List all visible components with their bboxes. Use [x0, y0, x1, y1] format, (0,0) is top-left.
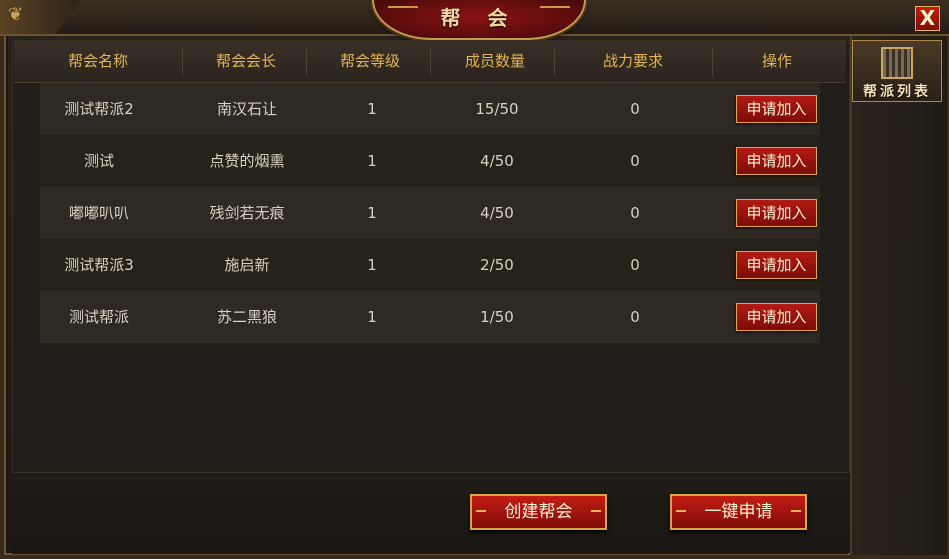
- table-row: 测试 点赞的烟熏 1 4/50 0 申请加入: [40, 135, 820, 187]
- cell-power-requirement: 0: [630, 256, 640, 274]
- cell-member-count: 15/50: [475, 100, 519, 118]
- apply-join-button[interactable]: 申请加入: [736, 147, 817, 175]
- table-header: 帮会名称 帮会会长 帮会等级 成员数量 战力要求 操作: [14, 40, 846, 83]
- header-guild-leader: 帮会会长: [215, 52, 276, 70]
- tab-guild-list-label: 帮派列表: [863, 84, 931, 100]
- table-row: 嘟嘟叭叭 残剑若无痕 1 4/50 0 申请加入: [40, 187, 820, 239]
- cell-guild-leader: 南汉石让: [216, 100, 277, 118]
- window-title: 帮 会: [440, 6, 518, 30]
- cell-power-requirement: 0: [630, 204, 640, 222]
- apply-join-button[interactable]: 申请加入: [736, 95, 817, 123]
- header-action: 操作: [761, 52, 792, 70]
- cell-guild-level: 1: [367, 308, 377, 326]
- cell-member-count: 4/50: [480, 204, 514, 222]
- apply-join-button[interactable]: 申请加入: [736, 303, 817, 331]
- create-guild-button[interactable]: 创建帮会: [470, 494, 607, 530]
- cell-guild-name: 测试帮派3: [64, 256, 134, 274]
- cell-guild-leader: 点赞的烟熏: [209, 152, 285, 170]
- cell-power-requirement: 0: [630, 100, 640, 118]
- cell-guild-level: 1: [367, 152, 377, 170]
- apply-join-button[interactable]: 申请加入: [736, 251, 817, 279]
- cell-member-count: 1/50: [480, 308, 514, 326]
- cell-guild-level: 1: [367, 256, 377, 274]
- cell-guild-leader: 苏二黑狼: [216, 308, 277, 326]
- header-divider: [306, 48, 307, 76]
- header-divider: [182, 48, 183, 76]
- header-member-count: 成员数量: [464, 52, 525, 70]
- cell-guild-level: 1: [367, 204, 377, 222]
- table-row: 测试帮派2 南汉石让 1 15/50 0 申请加入: [40, 83, 820, 135]
- side-rail: [850, 36, 947, 555]
- one-click-apply-button[interactable]: 一键申请: [670, 494, 807, 530]
- cell-power-requirement: 0: [630, 308, 640, 326]
- corner-ornament: ❦: [0, 0, 80, 34]
- table-row: 测试帮派 苏二黑狼 1 1/50 0 申请加入: [40, 291, 820, 343]
- cell-member-count: 4/50: [480, 152, 514, 170]
- header-power-requirement: 战力要求: [602, 52, 663, 70]
- cell-power-requirement: 0: [630, 152, 640, 170]
- header-divider: [712, 48, 713, 76]
- header-guild-name: 帮会名称: [67, 52, 128, 70]
- close-button[interactable]: X: [915, 6, 940, 31]
- apply-join-button[interactable]: 申请加入: [736, 199, 817, 227]
- guild-list-book-icon: [881, 47, 913, 79]
- cell-guild-level: 1: [367, 100, 377, 118]
- cell-guild-name: 测试帮派: [68, 308, 129, 326]
- header-guild-level: 帮会等级: [339, 52, 400, 70]
- header-divider: [430, 48, 431, 76]
- cell-guild-leader: 残剑若无痕: [209, 204, 285, 222]
- title-plate: 帮 会: [372, 0, 586, 40]
- tab-guild-list[interactable]: 帮派列表: [852, 40, 942, 102]
- table-row: 测试帮派3 施启新 1 2/50 0 申请加入: [40, 239, 820, 291]
- cell-member-count: 2/50: [480, 256, 514, 274]
- header-divider: [554, 48, 555, 76]
- cell-guild-name: 测试帮派2: [64, 100, 134, 118]
- cell-guild-name: 嘟嘟叭叭: [68, 204, 129, 222]
- cell-guild-name: 测试: [83, 152, 114, 170]
- cell-guild-leader: 施启新: [224, 256, 270, 274]
